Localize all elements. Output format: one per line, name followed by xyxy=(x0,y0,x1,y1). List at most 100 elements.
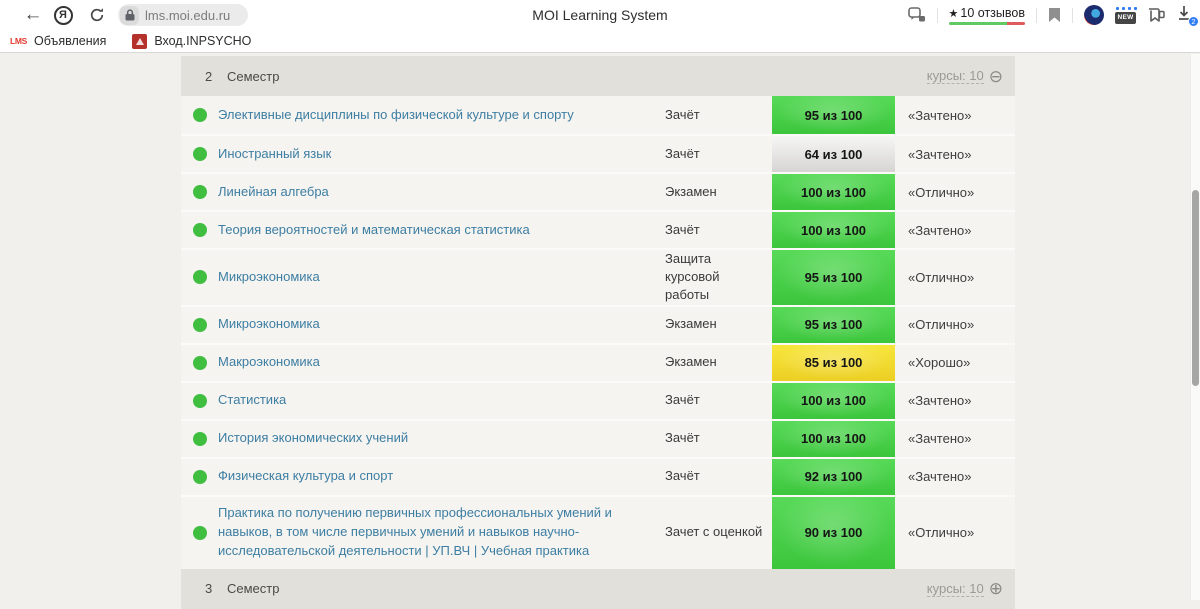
page-content: 2 Семестр курсы: 10 ⊖ Элективные дисципл… xyxy=(0,54,1200,609)
downloads-button[interactable]: 2 xyxy=(1176,4,1199,27)
semester-2-header: 2 Семестр курсы: 10 ⊖ xyxy=(181,56,1015,96)
bookmark-announcements[interactable]: LMS Объявления xyxy=(10,34,106,48)
exam-type: Экзамен xyxy=(665,183,717,199)
address-bar[interactable]: lms.moi.edu.ru xyxy=(118,4,248,26)
course-status-dot xyxy=(192,355,207,370)
courses-count-link[interactable]: курсы: 10 xyxy=(926,581,984,597)
courses-count-link[interactable]: курсы: 10 xyxy=(926,68,984,84)
table-row: Микроэкономика Экзамен 95 из 100 «Отличн… xyxy=(181,304,1015,343)
grade-label: «Зачтено» xyxy=(908,393,972,409)
grade-label: «Отлично» xyxy=(908,269,975,285)
refresh-icon xyxy=(90,8,104,22)
yandex-home-button[interactable]: Я xyxy=(50,0,76,30)
semester-title: Семестр xyxy=(227,581,280,597)
grade-label: «Отлично» xyxy=(908,525,975,541)
bookmark-flag-icon[interactable] xyxy=(1048,7,1061,23)
exam-type: Защита курсовой работы xyxy=(665,251,720,303)
course-link[interactable]: Микроэкономика xyxy=(218,315,320,334)
vertical-scrollbar[interactable] xyxy=(1190,54,1200,600)
course-status-dot xyxy=(192,223,207,237)
grade-label: «Хорошо» xyxy=(908,355,971,371)
exam-type: Зачёт xyxy=(665,392,700,408)
grade-label: «Зачтено» xyxy=(908,222,972,238)
course-status-dot xyxy=(192,469,207,484)
grade-label: «Отлично» xyxy=(908,317,975,333)
course-link[interactable]: Теория вероятностей и математическая ста… xyxy=(218,221,530,240)
inpsycho-favicon xyxy=(132,33,148,49)
course-status-dot xyxy=(192,147,207,161)
semester-number: 2 xyxy=(205,68,213,84)
exam-type: Зачёт xyxy=(665,430,700,446)
site-reviews-button[interactable]: ★ 10 отзывов xyxy=(949,6,1025,25)
course-link[interactable]: Иностранный язык xyxy=(218,145,331,164)
course-status-dot xyxy=(192,525,207,540)
semester-title: Семестр xyxy=(227,68,280,84)
scrollbar-thumb[interactable] xyxy=(1192,190,1199,386)
score-badge: 92 из 100 xyxy=(772,458,895,495)
lock-icon xyxy=(120,5,139,25)
course-rows: Элективные дисциплины по физической куль… xyxy=(181,96,1015,569)
expand-section-icon[interactable]: ⊕ xyxy=(989,580,1003,597)
new-badge: NEW xyxy=(1115,11,1136,24)
table-row: Теория вероятностей и математическая ста… xyxy=(181,210,1015,248)
profile-avatar[interactable] xyxy=(1084,5,1104,25)
course-link[interactable]: Статистика xyxy=(218,391,286,410)
refresh-button[interactable] xyxy=(84,0,110,30)
exam-type: Зачёт xyxy=(665,145,700,161)
semester-number: 3 xyxy=(205,581,213,597)
exam-type: Экзамен xyxy=(665,316,717,332)
reviews-label: ★ 10 отзывов xyxy=(948,5,1025,20)
collapse-section-icon[interactable]: ⊖ xyxy=(989,68,1003,85)
grades-table: 2 Семестр курсы: 10 ⊖ Элективные дисципл… xyxy=(181,56,1015,609)
toolbar-separator xyxy=(1072,7,1073,23)
grade-label: «Отлично» xyxy=(908,184,975,200)
score-badge: 95 из 100 xyxy=(772,306,895,343)
back-button[interactable]: ← xyxy=(18,0,48,30)
bookmark-inpsycho-login[interactable]: Вход.INPSYCHO xyxy=(132,33,251,49)
course-status-dot xyxy=(192,108,207,122)
grade-label: «Зачтено» xyxy=(908,107,972,123)
course-link[interactable]: Макроэкономика xyxy=(218,353,320,372)
protect-icon[interactable] xyxy=(907,6,926,24)
score-badge: 90 из 100 xyxy=(772,496,895,569)
table-row: Макроэкономика Экзамен 85 из 100 «Хорошо… xyxy=(181,342,1015,381)
grade-label: «Зачтено» xyxy=(908,469,972,485)
course-status-dot xyxy=(192,270,207,285)
score-badge: 100 из 100 xyxy=(772,420,895,457)
table-row: Микроэкономика Защита курсовой работы 95… xyxy=(181,248,1015,305)
table-row: Элективные дисциплины по физической куль… xyxy=(181,96,1015,134)
url-text: lms.moi.edu.ru xyxy=(145,7,231,23)
course-link[interactable]: Линейная алгебра xyxy=(218,183,329,202)
score-badge: 100 из 100 xyxy=(772,212,895,248)
score-badge: 95 из 100 xyxy=(772,250,895,305)
collections-icon[interactable] xyxy=(1147,7,1165,23)
score-badge: 64 из 100 xyxy=(772,136,895,172)
table-row: Линейная алгебра Экзамен 100 из 100 «Отл… xyxy=(181,172,1015,210)
grade-label: «Зачтено» xyxy=(908,146,972,162)
exam-type: Зачёт xyxy=(665,221,700,237)
course-status-dot xyxy=(192,431,207,446)
grade-label: «Зачтено» xyxy=(908,431,972,447)
marquee-dots xyxy=(1116,6,1137,10)
exam-type: Зачёт xyxy=(665,468,700,484)
toolbar-separator xyxy=(1036,7,1037,23)
course-link[interactable]: Практика по получению первичных професси… xyxy=(218,504,651,561)
rating-bar xyxy=(948,21,1025,25)
course-status-dot xyxy=(192,317,207,332)
browser-toolbar: ← Я lms.moi.edu.ru MOI Learning System ★… xyxy=(0,0,1200,30)
course-status-dot xyxy=(192,185,207,199)
semester-3-header: 3 Семестр курсы: 10 ⊕ xyxy=(181,568,1015,609)
toolbar-separator xyxy=(936,7,938,23)
exam-type: Экзамен xyxy=(665,354,717,370)
course-link[interactable]: История экономических учений xyxy=(218,429,408,448)
score-badge: 95 из 100 xyxy=(772,96,895,134)
course-link[interactable]: Физическая культура и спорт xyxy=(218,467,393,486)
score-badge: 100 из 100 xyxy=(772,382,895,419)
new-feature-icon[interactable]: NEW xyxy=(1115,6,1137,24)
table-row: Физическая культура и спорт Зачёт 92 из … xyxy=(181,456,1015,495)
course-link[interactable]: Микроэкономика xyxy=(218,268,320,287)
score-badge: 85 из 100 xyxy=(772,344,895,381)
downloads-count-badge: 2 xyxy=(1188,16,1199,27)
star-icon: ★ xyxy=(948,7,959,20)
course-link[interactable]: Элективные дисциплины по физической куль… xyxy=(218,106,574,125)
